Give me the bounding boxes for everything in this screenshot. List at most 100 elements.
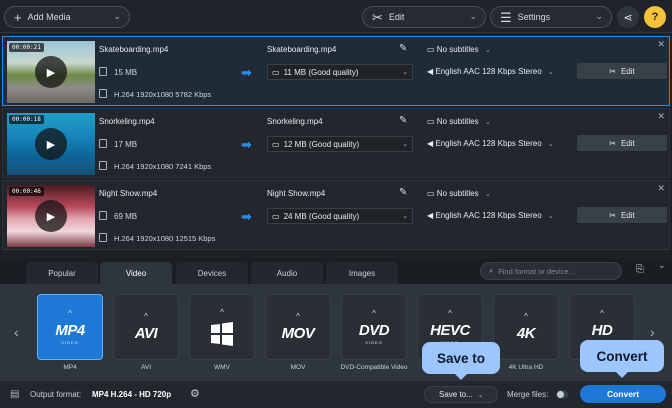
row-edit-button[interactable]: ✂ Edit [577, 207, 667, 223]
format-mp4[interactable]: ^ MP4 VIDEO MP4 [37, 294, 103, 380]
rename-pencil-icon[interactable]: ✎ [399, 187, 407, 198]
format-4k[interactable]: ^ 4K 4K Ultra HD [493, 294, 559, 380]
tab-audio[interactable]: Audio [251, 262, 323, 284]
tools-icon: ✂ [609, 138, 616, 148]
settings-button[interactable]: ☰ Settings ⌄ [490, 6, 612, 28]
chevron-up-icon: ^ [524, 312, 528, 321]
chevron-up-icon: ^ [600, 309, 604, 318]
convert-button[interactable]: Convert [580, 385, 666, 403]
row-edit-button[interactable]: ✂ Edit [577, 63, 667, 79]
output-size-dropdown[interactable]: ▭ 11 MB (Good quality) ⌄ [267, 64, 413, 80]
tab-images[interactable]: Images [326, 262, 398, 284]
format-logo: HEVC [430, 322, 470, 339]
prev-arrow-icon[interactable]: ‹ [14, 324, 19, 340]
source-file-name: Snorkeling.mp4 [99, 117, 155, 126]
share-button[interactable]: ⋖ [617, 6, 639, 28]
subtitles-dropdown[interactable]: ▭ No subtitles ⌄ [427, 45, 491, 54]
duration-badge: 00:00:46 [9, 187, 44, 196]
duration-badge: 00:00:21 [9, 43, 44, 52]
chevron-down-icon: ⌄ [595, 11, 603, 21]
rename-pencil-icon[interactable]: ✎ [399, 115, 407, 126]
rename-pencil-icon[interactable]: ✎ [399, 43, 407, 54]
edit-button[interactable]: ✂ Edit ⌄ [362, 6, 486, 28]
play-icon[interactable]: ▶ [35, 200, 67, 232]
help-button[interactable]: ? [644, 6, 666, 28]
file-row[interactable]: 00:00:46 ▶ Night Show.mp4 69 MB H.264 19… [2, 180, 670, 250]
film-icon [99, 89, 107, 98]
format-dvd[interactable]: ^ DVD VIDEO DVD-Compatible Video [340, 294, 408, 380]
audio-dropdown[interactable]: ◀ English AAC 128 Kbps Stereo ⌄ [427, 139, 554, 148]
format-tile[interactable]: ^ [189, 294, 255, 360]
remove-file-icon[interactable]: ✕ [657, 39, 665, 50]
play-icon[interactable]: ▶ [35, 128, 67, 160]
format-logo: AVI [134, 325, 158, 342]
settings-sliders-icon: ☰ [500, 9, 512, 25]
merge-files-toggle[interactable] [556, 390, 568, 399]
tab-devices[interactable]: Devices [176, 262, 248, 284]
subtitles-dropdown[interactable]: ▭ No subtitles ⌄ [427, 189, 491, 198]
output-file-name: Skateboarding.mp4 [267, 45, 337, 54]
format-logo: 4K [516, 325, 536, 342]
video-thumbnail[interactable]: 00:00:46 ▶ [7, 185, 95, 247]
format-logo: DVD [358, 322, 390, 339]
file-icon [99, 211, 107, 220]
output-size-dropdown[interactable]: ▭ 24 MB (Good quality) ⌄ [267, 208, 413, 224]
chevron-down-icon: ⌄ [484, 191, 491, 198]
format-tile[interactable]: ^ AVI [113, 294, 179, 360]
file-row[interactable]: 00:00:21 ▶ Skateboarding.mp4 15 MB H.264… [2, 36, 670, 106]
output-size-dropdown[interactable]: ▭ 12 MB (Good quality) ⌄ [267, 136, 413, 152]
format-label: MOV [290, 364, 306, 371]
format-avi[interactable]: ^ AVI AVI [113, 294, 179, 380]
format-wmv[interactable]: ^ WMV [189, 294, 255, 380]
output-format-label: Output format: [30, 390, 82, 399]
source-file-size: 69 MB [99, 211, 137, 221]
format-search-input[interactable]: ⌕ Find format or device... [480, 262, 622, 280]
file-row[interactable]: 00:00:18 ▶ Snorkeling.mp4 17 MB H.264 19… [2, 108, 670, 178]
format-tile[interactable]: ^ 4K [493, 294, 559, 360]
tab-popular[interactable]: Popular [26, 262, 98, 284]
next-arrow-icon[interactable]: › [650, 324, 655, 340]
chevron-down-icon: ⌄ [402, 213, 408, 220]
output-file-name: Night Show.mp4 [267, 189, 326, 198]
format-carousel: ‹ ^ MP4 VIDEO MP4 ^ AVI AVI ^ WMV ^ MOV … [0, 284, 672, 380]
save-to-button[interactable]: Save to... ⌄ [424, 386, 498, 403]
audio-dropdown[interactable]: ◀ English AAC 128 Kbps Stereo ⌄ [427, 67, 554, 76]
format-logo-sub: VIDEO [61, 340, 79, 345]
video-thumbnail[interactable]: 00:00:18 ▶ [7, 113, 95, 175]
file-icon [99, 139, 107, 148]
export-icon[interactable]: ⎘ [636, 264, 644, 275]
chevron-down-icon: ⌄ [402, 141, 408, 148]
codec-value: H.264 1920x1080 12515 Kbps [114, 234, 216, 243]
film-icon [99, 233, 107, 242]
size-value: 15 MB [114, 68, 138, 77]
remove-file-icon[interactable]: ✕ [657, 111, 665, 122]
audio-value: English AAC 128 Kbps Stereo [435, 211, 542, 220]
gear-icon[interactable]: ⚙ [190, 387, 200, 400]
subtitles-dropdown[interactable]: ▭ No subtitles ⌄ [427, 117, 491, 126]
format-tile[interactable]: ^ MOV [265, 294, 331, 360]
chevron-down-icon: ⌄ [547, 141, 554, 148]
row-edit-label: Edit [620, 210, 635, 220]
tools-icon: ✂ [609, 210, 616, 220]
size-value: 17 MB [114, 140, 138, 149]
row-edit-button[interactable]: ✂ Edit [577, 135, 667, 151]
convert-arrow-icon: ➡ [241, 137, 252, 152]
audio-dropdown[interactable]: ◀ English AAC 128 Kbps Stereo ⌄ [427, 211, 554, 220]
format-tile[interactable]: ^ MP4 VIDEO [37, 294, 103, 360]
chevron-down-icon: ⌄ [547, 213, 554, 220]
format-tile[interactable]: ^ DVD VIDEO [341, 294, 407, 360]
collapse-chevron-icon[interactable]: ⌄ [658, 260, 666, 271]
format-label: AVI [141, 364, 151, 371]
tab-video[interactable]: Video [100, 262, 172, 284]
help-icon: ? [651, 11, 659, 23]
save-to-tooltip-text: Save to [436, 350, 486, 366]
video-thumbnail[interactable]: 00:00:21 ▶ [7, 41, 95, 103]
format-mov[interactable]: ^ MOV MOV [265, 294, 331, 380]
source-file-name: Skateboarding.mp4 [99, 45, 169, 54]
chevron-up-icon: ^ [372, 309, 376, 318]
play-icon[interactable]: ▶ [35, 56, 67, 88]
remove-file-icon[interactable]: ✕ [657, 183, 665, 194]
add-media-button[interactable]: + Add Media ⌄ [4, 6, 130, 28]
source-codec-info: H.264 1920x1080 12515 Kbps [99, 233, 215, 243]
windows-logo-icon [211, 321, 233, 346]
